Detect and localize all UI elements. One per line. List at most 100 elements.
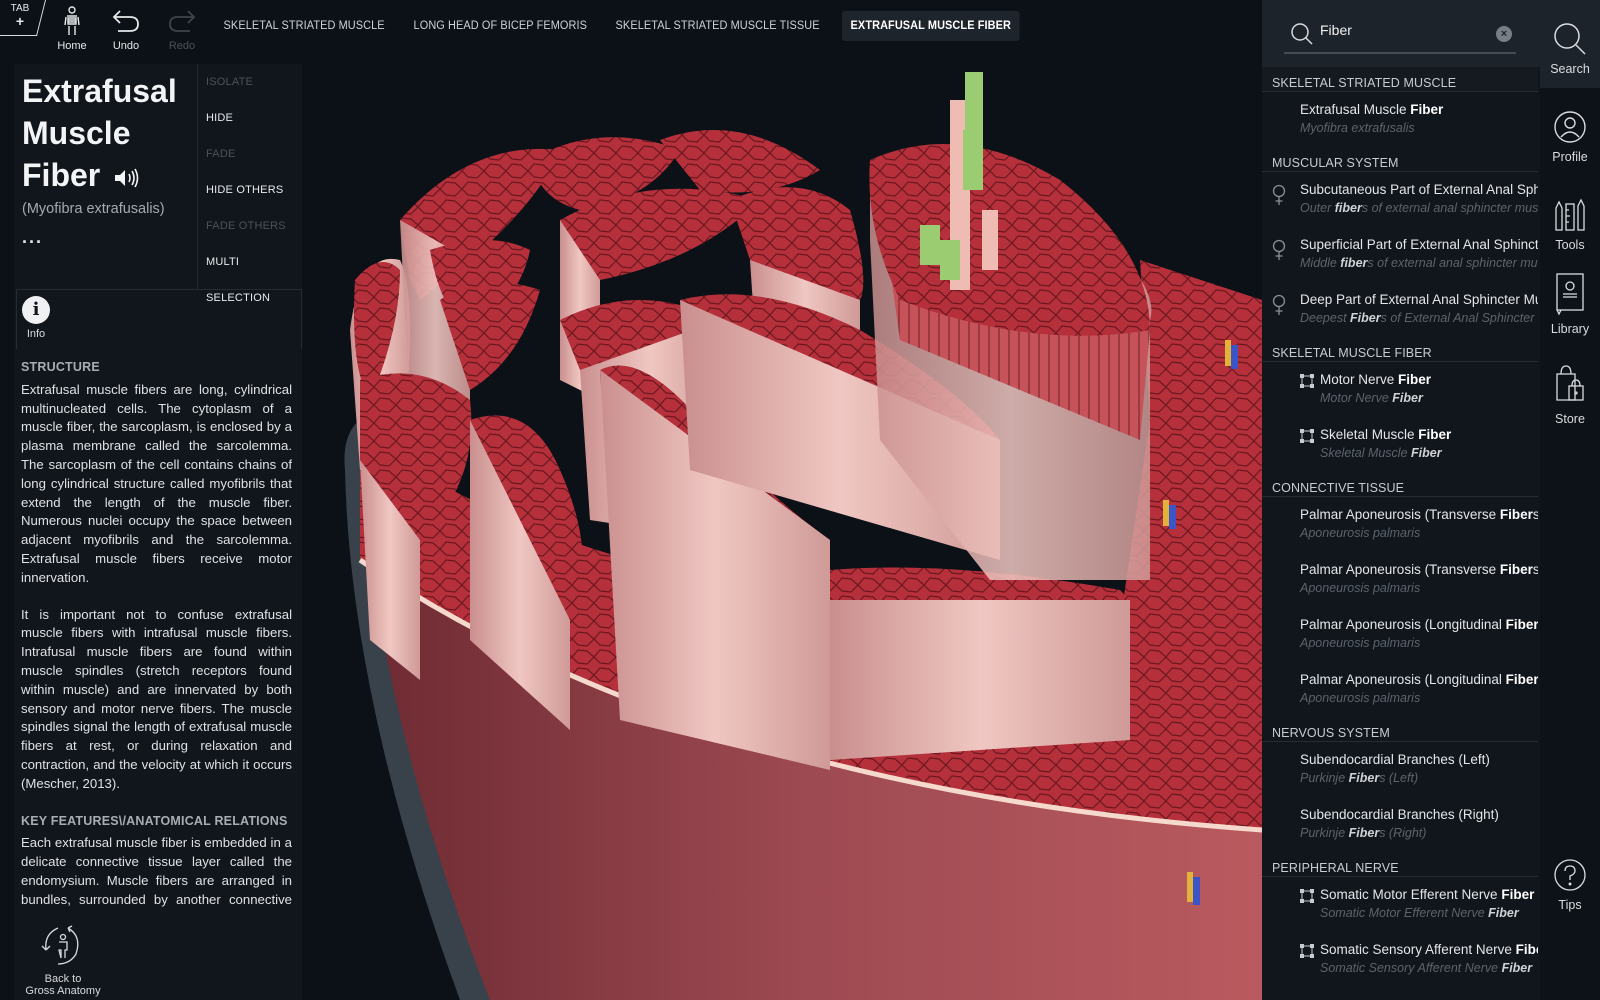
more-options-button[interactable]: ... <box>22 227 200 248</box>
redo-arrow-icon <box>167 6 197 36</box>
description-content[interactable]: STRUCTURE Extrafusal muscle fibers are l… <box>21 356 292 912</box>
section-heading: KEY FEATURES\/ANATOMICAL RELATIONS <box>21 813 288 828</box>
result-title: Subendocardial Branches (Left) <box>1300 752 1490 767</box>
nav-tools[interactable]: Tools <box>1540 192 1600 252</box>
section-heading: STRUCTURE <box>21 360 100 374</box>
female-icon <box>1272 184 1286 211</box>
search-result-item[interactable]: Skeletal Muscle Fiber Skeletal Muscle Fib… <box>1262 417 1538 472</box>
nav-search[interactable]: Search <box>1540 0 1600 88</box>
breadcrumb-item[interactable]: SKELETAL STRIATED MUSCLE <box>215 11 393 41</box>
structure-title: Extrafusal Muscle Fiber <box>22 70 200 199</box>
fade-others-button[interactable]: FADE OTHERS <box>198 208 302 244</box>
breadcrumb-item[interactable]: SKELETAL STRIATED MUSCLE TISSUE <box>607 11 828 41</box>
help-question-icon <box>1540 852 1600 892</box>
search-result-item[interactable]: Subendocardial Branches (Left) Purkinje F… <box>1262 742 1538 797</box>
result-title: Subcutaneous Part of External Anal Sph <box>1300 182 1538 197</box>
search-result-item[interactable]: Palmar Aponeurosis (Transverse Fibers; Ap… <box>1262 552 1538 607</box>
search-header: × <box>1262 0 1540 67</box>
search-result-item[interactable]: Somatic Motor Efferent Nerve Fiber Somati… <box>1262 877 1538 932</box>
isolate-button[interactable]: ISOLATE <box>198 64 302 100</box>
result-category-heading: MUSCULAR SYSTEM <box>1262 147 1538 172</box>
search-icon <box>1540 16 1600 56</box>
breadcrumb-item[interactable]: LONG HEAD OF BICEP FEMORIS <box>405 11 596 41</box>
skeleton-icon <box>57 6 87 36</box>
description-paragraph: Each extrafusal muscle fiber is embedded… <box>21 835 292 912</box>
result-category-heading: SKELETAL MUSCLE FIBER <box>1262 337 1538 362</box>
result-subtitle: Aponeurosis palmaris <box>1300 581 1421 595</box>
result-title: Palmar Aponeurosis (Longitudinal Fiber <box>1300 617 1538 632</box>
redo-button[interactable]: Redo <box>157 6 207 52</box>
search-result-item[interactable]: Palmar Aponeurosis (Transverse Fibers; Ap… <box>1262 497 1538 552</box>
result-title: Skeletal Muscle Fiber <box>1320 427 1452 442</box>
rotate-body-icon <box>8 924 118 973</box>
breadcrumb-item-active[interactable]: EXTRAFUSAL MUSCLE FIBER <box>842 11 1020 41</box>
result-subtitle: Aponeurosis palmaris <box>1300 636 1421 650</box>
search-results-list[interactable]: SKELETAL STRIATED MUSCLE Extrafusal Muscl… <box>1262 67 1538 1000</box>
search-result-item[interactable]: Subcutaneous Part of External Anal Sph Ou… <box>1262 172 1538 227</box>
result-title: Extrafusal Muscle Fiber <box>1300 102 1444 117</box>
search-result-item[interactable]: Palmar Aponeurosis (Longitudinal Fiber Ap… <box>1262 662 1538 717</box>
microscopic-structure-icon <box>1300 944 1314 963</box>
result-subtitle: Somatic Sensory Afferent Nerve Fiber <box>1320 961 1533 975</box>
description-paragraph: Extrafusal muscle fibers are long, cylin… <box>21 381 292 585</box>
home-button[interactable]: Home <box>47 6 97 52</box>
tools-icon <box>1540 192 1600 232</box>
search-result-item[interactable]: Somatic Sensory Afferent Nerve Fibe Somat… <box>1262 932 1538 987</box>
info-icon: i <box>22 296 50 324</box>
microscopic-structure-icon <box>1300 374 1314 393</box>
library-book-icon <box>1540 273 1600 316</box>
result-subtitle: Aponeurosis palmaris <box>1300 526 1421 540</box>
result-subtitle: Motor Nerve Fiber <box>1320 391 1423 405</box>
clear-search-icon[interactable]: × <box>1496 26 1512 42</box>
result-subtitle: Somatic Motor Efferent Nerve Fiber <box>1320 906 1519 920</box>
nav-library[interactable]: Library <box>1540 273 1600 336</box>
result-category-heading: NERVOUS SYSTEM <box>1262 717 1538 742</box>
search-result-item[interactable]: Superficial Part of External Anal Sphinc… <box>1262 227 1538 282</box>
nav-store[interactable]: Store <box>1540 365 1600 426</box>
undo-button[interactable]: Undo <box>101 6 151 52</box>
description-paragraph: It is important not to confuse extrafusa… <box>21 606 292 791</box>
info-tab[interactable]: i Info <box>21 296 51 340</box>
fade-button[interactable]: FADE <box>198 136 302 172</box>
female-icon <box>1272 294 1286 321</box>
search-result-item[interactable]: Subendocardial Branches (Right) Purkinje … <box>1262 797 1538 852</box>
main-nav: Search Profile Tools Library Store Tips <box>1540 0 1600 1000</box>
search-result-item[interactable]: Deep Part of External Anal Sphincter Mu D… <box>1262 282 1538 337</box>
result-title: Palmar Aponeurosis (Transverse Fibers; <box>1300 562 1538 577</box>
nav-tips[interactable]: Tips <box>1540 852 1600 912</box>
result-subtitle: Outer fibers of external anal sphincter … <box>1300 201 1538 215</box>
hide-others-button[interactable]: HIDE OTHERS <box>198 172 302 208</box>
search-result-item[interactable]: Palmar Aponeurosis (Longitudinal Fiber Ap… <box>1262 607 1538 662</box>
nav-profile[interactable]: Profile <box>1540 104 1600 164</box>
search-input[interactable] <box>1320 22 1490 38</box>
female-icon <box>1272 239 1286 266</box>
search-result-item[interactable]: Extrafusal Muscle Fiber Myofibra extrafus… <box>1262 92 1538 147</box>
multi-selection-button[interactable]: MULTI SELECTION <box>198 244 302 304</box>
new-tab-label[interactable]: TAB + <box>10 3 30 29</box>
undo-arrow-icon <box>111 6 141 36</box>
action-menu: ISOLATE HIDE FADE HIDE OTHERS FADE OTHER… <box>197 64 302 304</box>
back-to-gross-anatomy-button[interactable]: Back to Gross Anatomy <box>8 924 118 997</box>
breadcrumb: SKELETAL STRIATED MUSCLE LONG HEAD OF BI… <box>215 11 1031 41</box>
result-category-heading: SKELETAL STRIATED MUSCLE <box>1262 67 1538 92</box>
result-title: Palmar Aponeurosis (Longitudinal Fiber <box>1300 672 1538 687</box>
result-subtitle: Myofibra extrafusalis <box>1300 121 1415 135</box>
result-subtitle: Purkinje Fibers (Right) <box>1300 826 1427 840</box>
plus-icon: + <box>15 13 25 29</box>
result-title: Palmar Aponeurosis (Transverse Fibers; <box>1300 507 1538 522</box>
result-category-heading: PERIPHERAL NERVE <box>1262 852 1538 877</box>
result-title: Subendocardial Branches (Right) <box>1300 807 1499 822</box>
result-title: Superficial Part of External Anal Sphinc… <box>1300 237 1538 252</box>
search-field[interactable]: × <box>1284 18 1516 54</box>
pronunciation-speaker-icon[interactable] <box>113 157 141 199</box>
search-result-item[interactable]: Motor Nerve Fiber Motor Nerve Fiber <box>1262 362 1538 417</box>
shopping-bag-icon <box>1540 365 1600 406</box>
hide-button[interactable]: HIDE <box>198 100 302 136</box>
structure-info-panel: Extrafusal Muscle Fiber (Myofibra extraf… <box>14 64 302 1000</box>
result-title: Somatic Motor Efferent Nerve Fiber <box>1320 887 1535 902</box>
result-subtitle: Purkinje Fibers (Left) <box>1300 771 1419 785</box>
profile-icon <box>1540 104 1600 144</box>
microscopic-structure-icon <box>1300 889 1314 908</box>
result-category-heading: CONNECTIVE TISSUE <box>1262 472 1538 497</box>
top-toolbar: TAB + Home Undo Redo SKELETAL STRIATED M… <box>0 0 1262 56</box>
